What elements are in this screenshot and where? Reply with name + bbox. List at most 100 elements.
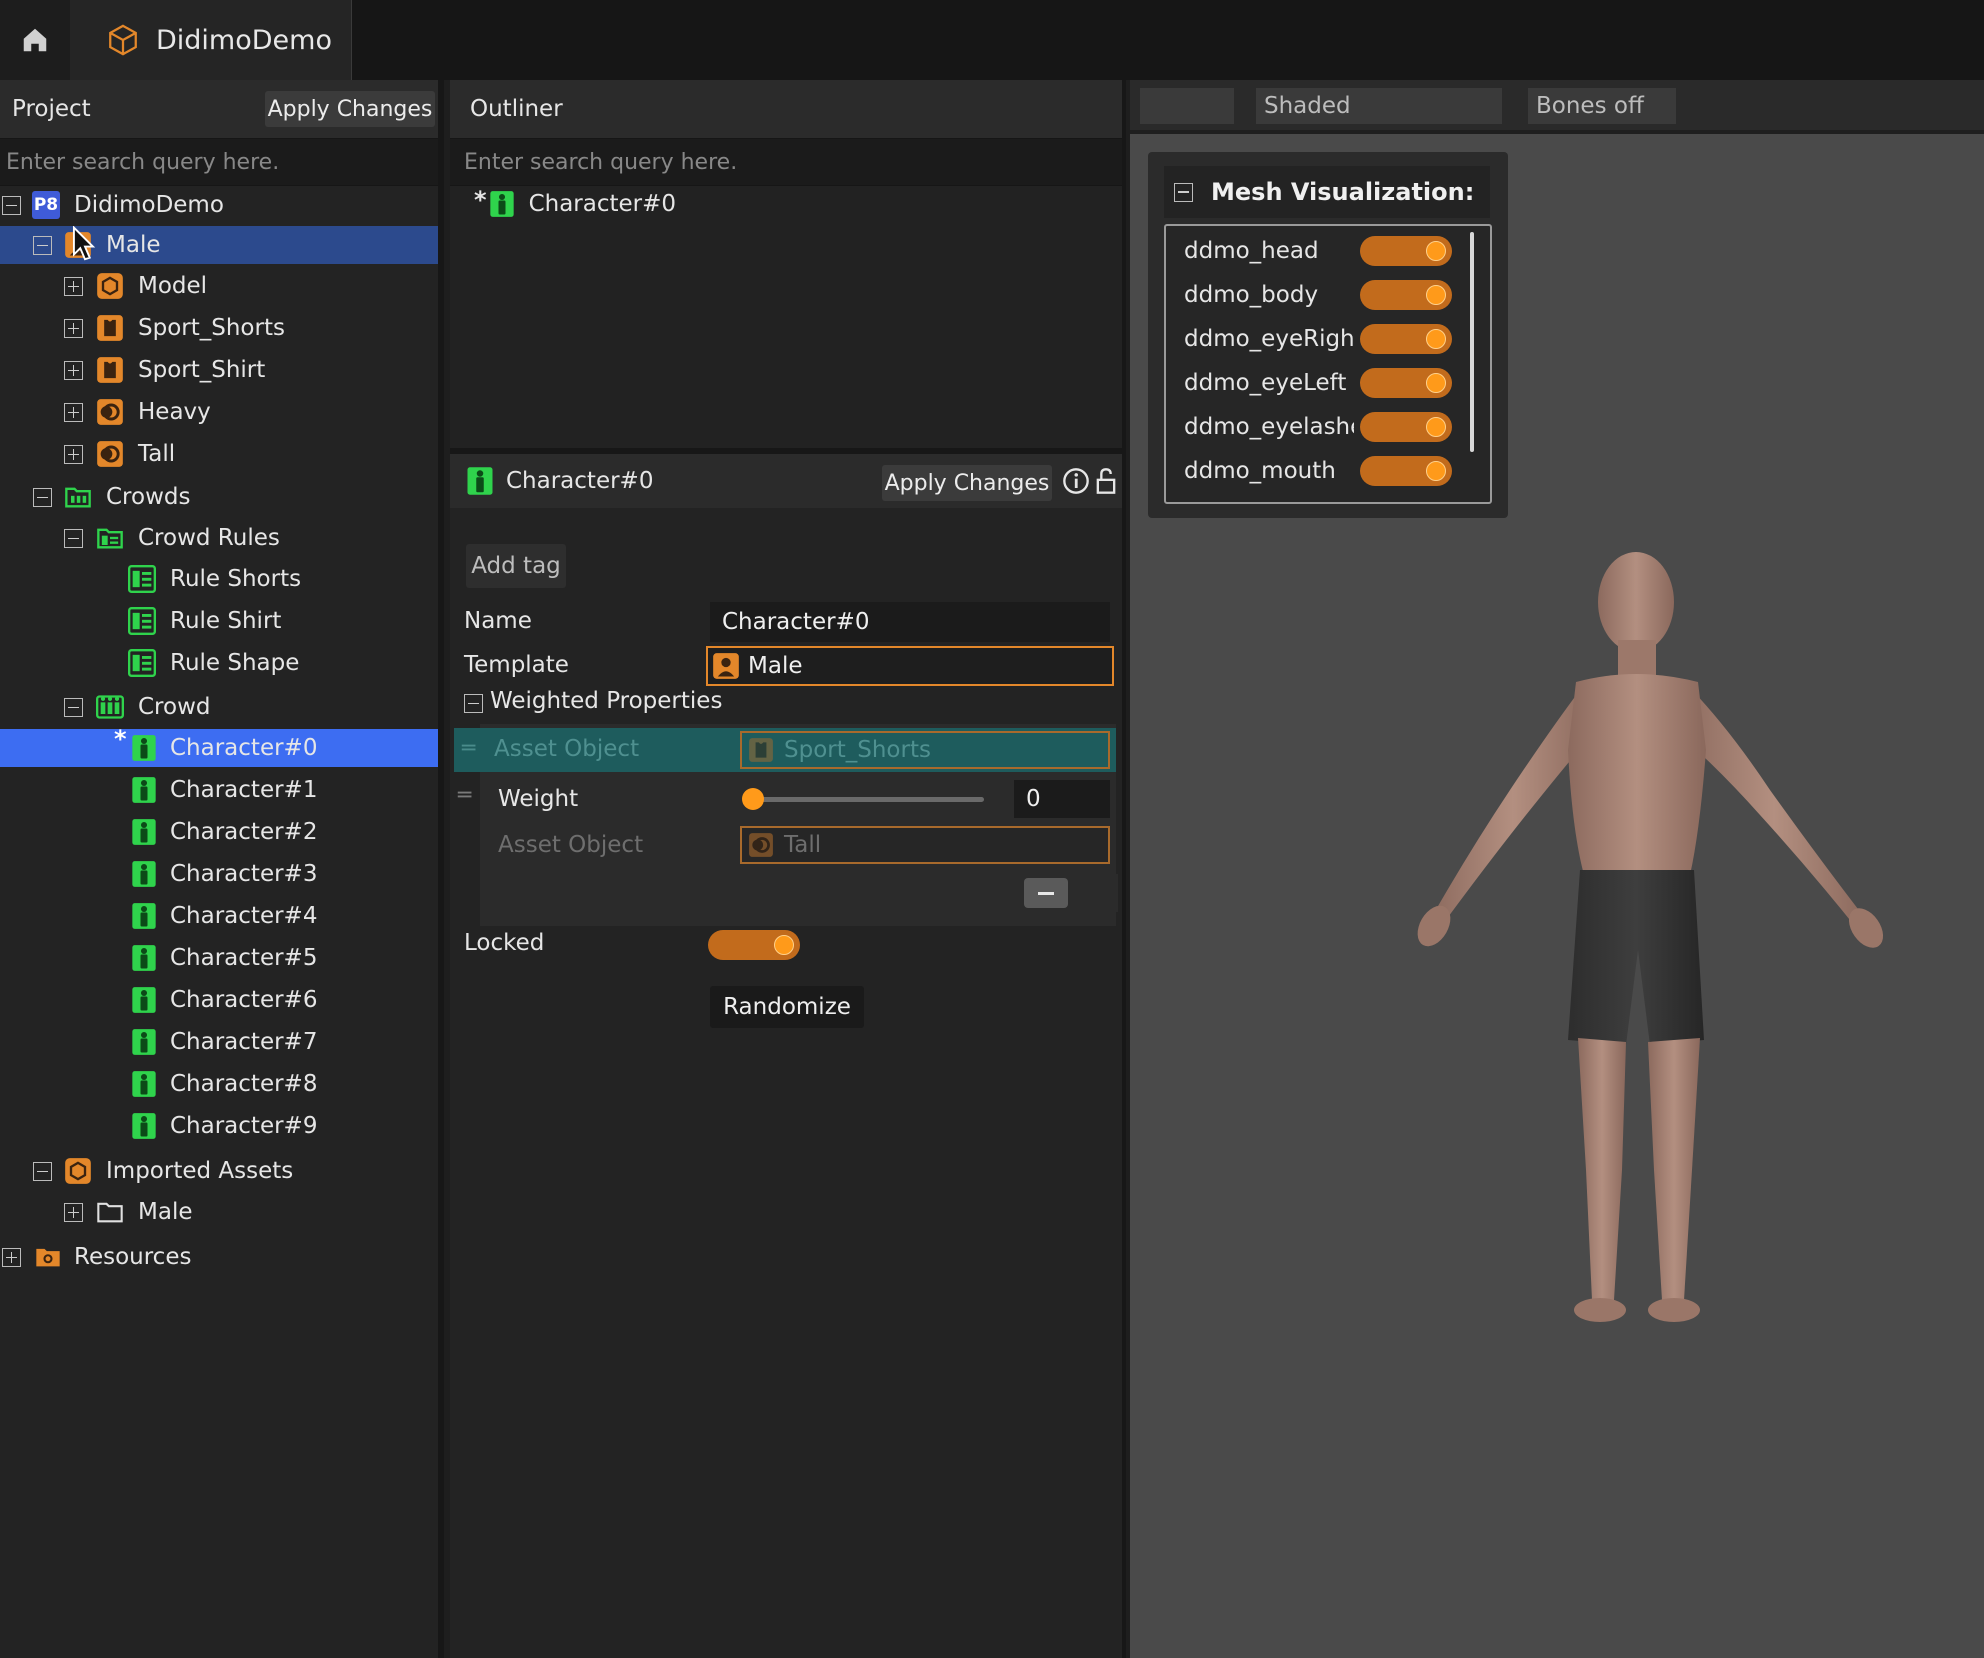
asset-object-field[interactable]: Sport_Shorts (740, 731, 1110, 769)
mesh-list: ddmo_head ddmo_body ddmo_eyeRight ddmo_e… (1164, 224, 1492, 504)
mesh-toggle[interactable] (1360, 412, 1452, 442)
collapse-toggle[interactable] (33, 1162, 52, 1181)
tree-item-crowds[interactable]: Crowds (0, 478, 438, 516)
top-bar: DidimoDemo (0, 0, 1984, 80)
weighted-properties-label: Weighted Properties (490, 688, 723, 714)
expand-toggle[interactable] (64, 445, 83, 464)
mesh-toggle[interactable] (1360, 368, 1452, 398)
tree-item-character[interactable]: Character#4 (0, 897, 438, 935)
weighted-collapse-toggle[interactable] (464, 694, 483, 713)
viewport-mode-button[interactable] (1140, 88, 1234, 124)
unlock-icon[interactable] (1096, 467, 1116, 495)
remove-row-button[interactable] (1024, 878, 1068, 908)
rules-folder-icon (96, 524, 124, 552)
drag-handle-icon[interactable]: ═ (462, 736, 475, 761)
tree-item-character[interactable]: * Character#0 (0, 725, 438, 767)
tree-item-rule-shape[interactable]: Rule Shape (0, 644, 438, 682)
add-tag-button[interactable]: Add tag (466, 544, 566, 588)
crowd-icon (96, 693, 124, 721)
weighted-row[interactable]: ═ Asset Object Sport_Shorts (454, 728, 1116, 772)
shirt-icon (96, 356, 124, 384)
tree-item-resources[interactable]: Resources (0, 1238, 438, 1276)
locked-toggle[interactable] (708, 930, 800, 960)
locked-label: Locked (464, 930, 545, 956)
tree-item-crowd-rules[interactable]: Crowd Rules (0, 519, 438, 557)
tree-item-heavy[interactable]: Heavy (0, 393, 438, 431)
tree-item-crowd[interactable]: Crowd (0, 688, 438, 726)
mesh-item-label: ddmo_body (1184, 282, 1319, 308)
character-icon (130, 818, 158, 846)
weight-slider-handle[interactable] (742, 788, 764, 810)
bones-toggle-button[interactable]: Bones off (1528, 88, 1676, 124)
asset-object-field[interactable]: Tall (740, 826, 1110, 864)
tree-item-character[interactable]: Character#5 (0, 939, 438, 977)
home-icon (23, 28, 47, 52)
tree-item-sport-shirt[interactable]: Sport_Shirt (0, 351, 438, 389)
shading-dropdown[interactable]: Shaded (1256, 88, 1502, 124)
folder-icon (96, 1198, 124, 1226)
mouse-cursor-icon (72, 226, 96, 261)
expand-toggle[interactable] (64, 1203, 83, 1222)
tree-item-imported-assets[interactable]: Imported Assets (0, 1152, 438, 1190)
mesh-item-label: ddmo_eyelashes (1184, 414, 1354, 440)
character-3d-model[interactable] (1400, 530, 1920, 1430)
shirt-icon (96, 314, 124, 342)
tree-item-rule-shorts[interactable]: Rule Shorts (0, 560, 438, 598)
modified-marker: * (474, 186, 487, 214)
mesh-toggle[interactable] (1360, 236, 1452, 266)
mesh-collapse-toggle[interactable] (1174, 182, 1193, 202)
collapse-toggle[interactable] (33, 236, 52, 255)
shape-icon (749, 833, 773, 857)
tree-item-character[interactable]: Character#3 (0, 855, 438, 893)
weight-value-field[interactable]: 0 (1014, 780, 1110, 818)
randomize-button[interactable]: Randomize (710, 986, 864, 1028)
mesh-item-label: ddmo_eyeRight (1184, 326, 1354, 352)
tree-item-sport-shorts[interactable]: Sport_Shorts (0, 309, 438, 347)
expand-toggle[interactable] (64, 403, 83, 422)
home-button[interactable] (0, 0, 70, 80)
viewport-divider (1130, 130, 1984, 134)
tree-item-tall[interactable]: Tall (0, 435, 438, 473)
tree-item-rule-shirt[interactable]: Rule Shirt (0, 602, 438, 640)
shape-icon (96, 398, 124, 426)
tree-item-male[interactable]: Male (0, 226, 438, 264)
mesh-item-label: ddmo_mouth (1184, 458, 1336, 484)
outliner-search-input[interactable]: Enter search query here. (450, 138, 1122, 186)
character-icon (130, 1070, 158, 1098)
expand-toggle[interactable] (64, 361, 83, 380)
outliner-title: Outliner (470, 96, 563, 122)
outliner-item-character[interactable]: * Character#0 (474, 186, 676, 222)
expand-toggle[interactable] (64, 319, 83, 338)
expand-toggle[interactable] (64, 277, 83, 296)
collapse-toggle[interactable] (64, 529, 83, 548)
info-icon[interactable] (1062, 467, 1090, 495)
collapse-toggle[interactable] (64, 698, 83, 717)
tree-item-character[interactable]: Character#9 (0, 1107, 438, 1145)
name-field[interactable]: Character#0 (710, 602, 1110, 642)
tree-item-character[interactable]: Character#8 (0, 1065, 438, 1103)
tree-item-character[interactable]: Character#7 (0, 1023, 438, 1061)
template-field[interactable]: Male (706, 646, 1114, 686)
mesh-list-scrollbar[interactable] (1470, 232, 1474, 452)
app-tab[interactable]: DidimoDemo (70, 0, 352, 80)
mesh-toggle[interactable] (1360, 456, 1452, 486)
mesh-toggle[interactable] (1360, 324, 1452, 354)
mesh-toggle[interactable] (1360, 280, 1452, 310)
project-apply-button[interactable]: Apply Changes (265, 91, 435, 127)
tree-item-didimodemo[interactable]: P8 DidimoDemo (0, 186, 438, 224)
outliner-header: Outliner (450, 80, 1122, 138)
tree-item-character[interactable]: Character#6 (0, 981, 438, 1019)
expand-toggle[interactable] (2, 1248, 21, 1267)
mesh-visualization-panel: Mesh Visualization: ddmo_head ddmo_body … (1148, 152, 1508, 518)
weight-slider[interactable] (748, 797, 984, 802)
project-search-input[interactable]: Enter search query here. (0, 138, 438, 186)
tree-item-model[interactable]: Model (0, 267, 438, 305)
tree-item-character[interactable]: Character#2 (0, 813, 438, 851)
properties-apply-button[interactable]: Apply Changes (882, 465, 1052, 501)
mesh-visualization-title: Mesh Visualization: (1211, 178, 1475, 206)
drag-handle-icon[interactable]: ═ (458, 783, 471, 808)
tree-item-male-folder[interactable]: Male (0, 1193, 438, 1231)
tree-item-character[interactable]: Character#1 (0, 771, 438, 809)
collapse-toggle[interactable] (2, 196, 21, 215)
collapse-toggle[interactable] (33, 488, 52, 507)
